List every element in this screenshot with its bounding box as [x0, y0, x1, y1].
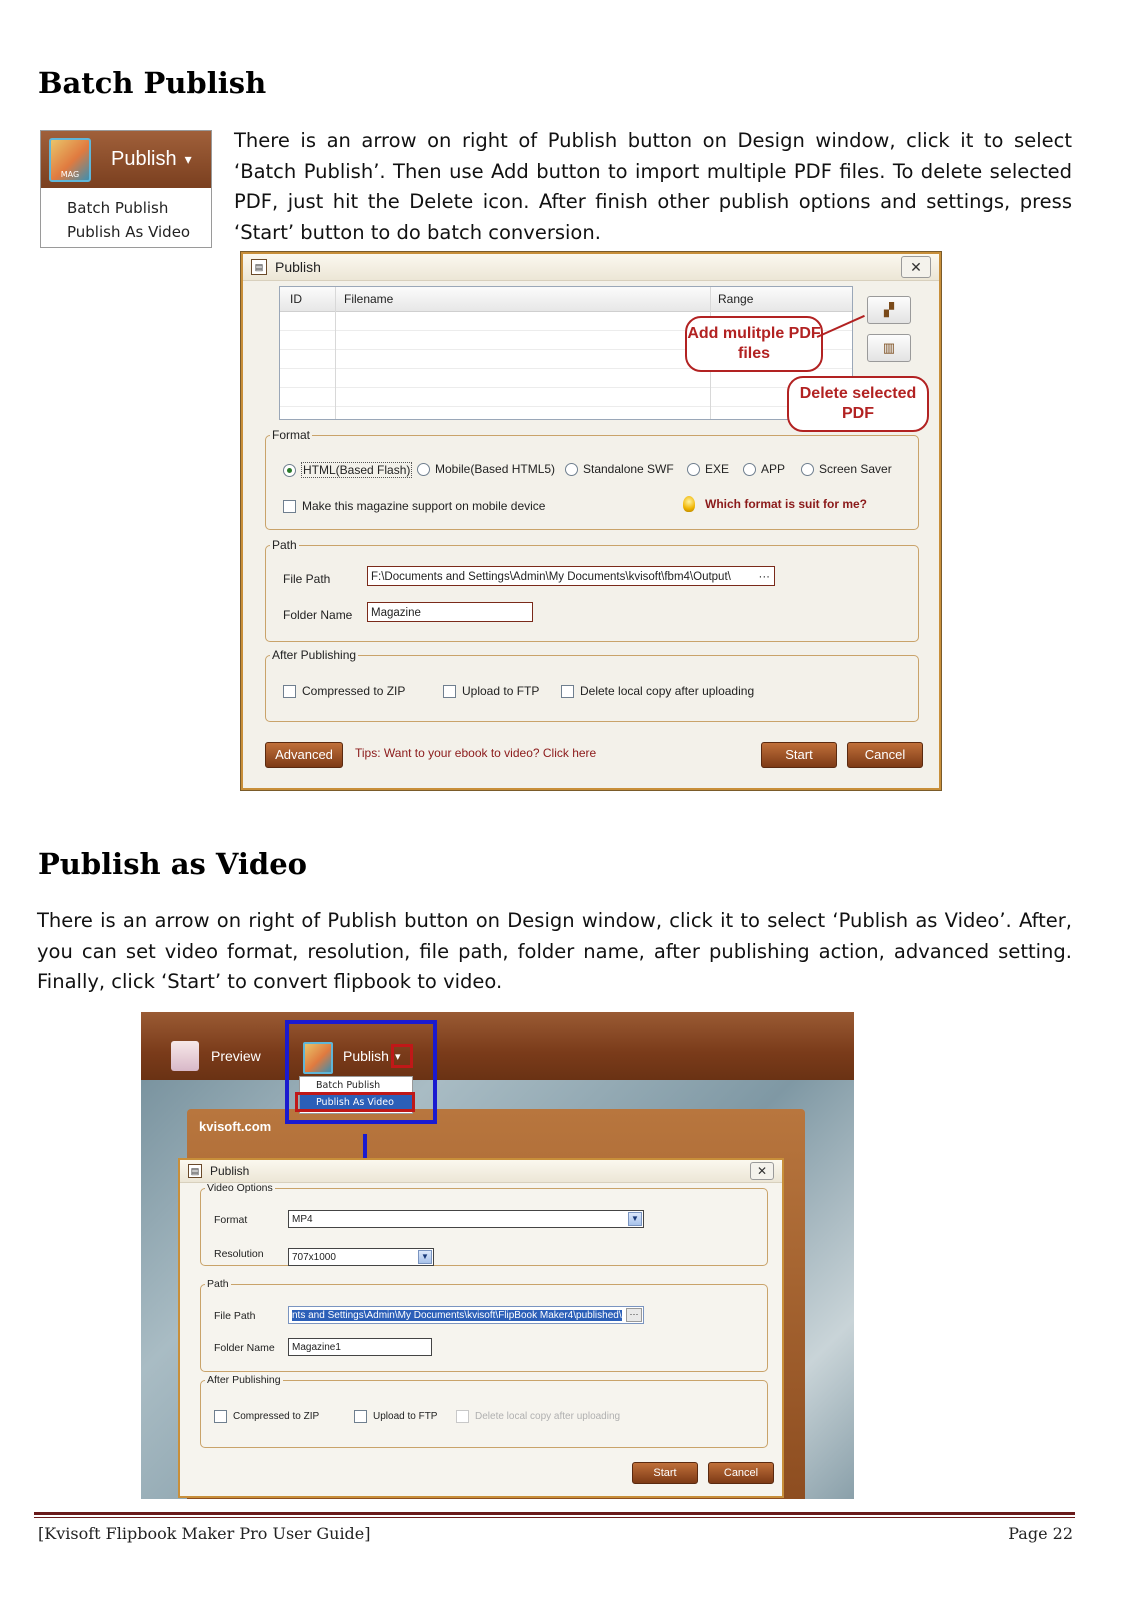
format-html-flash[interactable]: HTML(Based Flash) — [283, 462, 413, 478]
delete-local-copy-checkbox[interactable]: Delete local copy after uploading — [561, 684, 754, 698]
publish-dialog: ▤ Publish ✕ ID Filename Range ▞ ▥ Add mu… — [241, 252, 941, 790]
design-toolbar: Preview Publish ▾ — [141, 1012, 854, 1080]
folder-name-input[interactable]: Magazine1 — [288, 1338, 432, 1356]
resolution-select[interactable]: 707x1000 ▼ — [288, 1248, 434, 1266]
arrow-highlight — [391, 1044, 413, 1068]
footer-guide-title: [Kvisoft Flipbook Maker Pro User Guide] — [38, 1524, 371, 1543]
path-group: Path — [200, 1278, 768, 1372]
section-heading-batch-publish: Batch Publish — [38, 66, 267, 100]
publish-video-screenshot: Preview Publish ▾ kvisoft.com Batch Publ… — [141, 1012, 854, 1499]
compressed-zip-checkbox[interactable]: Compressed to ZIP — [283, 684, 405, 698]
format-screen-saver[interactable]: Screen Saver — [801, 462, 892, 476]
callout-add-files: Add mulitple PDF files — [685, 316, 823, 372]
column-id: ID — [290, 292, 302, 306]
add-files-icon: ▞ — [884, 302, 894, 317]
start-button[interactable]: Start — [761, 742, 837, 768]
format-standalone-swf[interactable]: Standalone SWF — [565, 462, 674, 476]
publish-label: Publish — [111, 148, 177, 170]
browse-button[interactable]: ··· — [626, 1308, 642, 1322]
format-exe[interactable]: EXE — [687, 462, 729, 476]
format-group: Format — [265, 428, 919, 530]
publish-toolbar-button[interactable]: MAG Publish ▾ — [41, 131, 211, 188]
publish-menu-figure: MAG Publish ▾ Batch Publish Publish As V… — [40, 130, 212, 248]
path-legend: Path — [207, 1278, 229, 1290]
video-options-legend: Video Options — [207, 1182, 273, 1194]
menu-item-batch-publish[interactable]: Batch Publish — [41, 196, 211, 220]
format-legend: Format — [272, 428, 311, 442]
browse-button[interactable]: ··· — [759, 567, 771, 585]
brand-label: kvisoft.com — [199, 1119, 272, 1134]
format-label: Format — [214, 1214, 248, 1226]
column-range: Range — [718, 292, 754, 306]
format-select[interactable]: MP4 ▼ — [288, 1210, 644, 1228]
which-format-link[interactable]: Which format is suit for me? — [683, 496, 867, 512]
footer-rule — [34, 1512, 1075, 1515]
file-path-label: File Path — [283, 572, 331, 586]
cancel-button[interactable]: Cancel — [708, 1462, 774, 1484]
close-button[interactable]: ✕ — [750, 1162, 774, 1180]
path-group: Path — [265, 538, 919, 642]
folder-name-label: Folder Name — [283, 608, 353, 622]
chevron-down-icon[interactable]: ▼ — [418, 1250, 432, 1264]
section1-paragraph: There is an arrow on right of Publish bu… — [234, 129, 1072, 244]
file-path-input[interactable]: F:\Documents and Settings\Admin\My Docum… — [367, 566, 775, 586]
section2-paragraph: There is an arrow on right of Publish bu… — [37, 909, 1072, 993]
mobile-support-checkbox[interactable]: Make this magazine support on mobile dev… — [283, 499, 545, 513]
dialog-title: Publish — [275, 259, 321, 275]
dialog-titlebar: ▤ Publish — [180, 1160, 782, 1183]
grid-header: ID Filename Range — [280, 287, 852, 312]
callout-delete-pdf: Delete selected PDF — [787, 376, 929, 432]
footer-page-number: Page 22 — [1008, 1524, 1073, 1543]
cancel-button[interactable]: Cancel — [847, 742, 923, 768]
close-button[interactable]: ✕ — [901, 256, 931, 278]
app-icon: ▤ — [188, 1164, 202, 1178]
add-files-button[interactable]: ▞ — [867, 296, 911, 324]
menu-item-highlight — [295, 1092, 415, 1112]
dialog-titlebar: ▤ Publish — [243, 254, 939, 281]
section-heading-publish-as-video: Publish as Video — [38, 847, 308, 881]
preview-button[interactable]: Preview — [211, 1048, 261, 1064]
delete-file-button[interactable]: ▥ — [867, 334, 911, 362]
file-path-input[interactable]: nts and Settings\Admin\My Documents\kvis… — [288, 1306, 644, 1324]
menu-item-publish-as-video[interactable]: Publish As Video — [41, 220, 211, 244]
publish-video-dialog: ▤ Publish ✕ Video Options Format MP4 ▼ Re… — [178, 1158, 784, 1498]
dialog-title: Publish — [210, 1164, 250, 1178]
upload-ftp-checkbox[interactable]: Upload to FTP — [354, 1410, 437, 1423]
upload-ftp-checkbox[interactable]: Upload to FTP — [443, 684, 539, 698]
path-legend: Path — [272, 538, 297, 552]
compressed-zip-checkbox[interactable]: Compressed to ZIP — [214, 1410, 319, 1423]
trash-icon: ▥ — [882, 340, 896, 355]
delete-local-copy-checkbox: Delete local copy after uploading — [456, 1410, 620, 1423]
advanced-button[interactable]: Advanced — [265, 742, 343, 768]
app-icon: ▤ — [251, 259, 267, 275]
dropdown-arrow-icon[interactable]: ▾ — [185, 151, 192, 168]
format-app[interactable]: APP — [743, 462, 785, 476]
folder-name-label: Folder Name — [214, 1342, 275, 1354]
footer-rule-thin — [34, 1517, 1075, 1518]
tips-link[interactable]: Tips: Want to your ebook to video? Click… — [355, 746, 596, 760]
chevron-down-icon[interactable]: ▼ — [628, 1212, 642, 1226]
resolution-label: Resolution — [214, 1248, 264, 1260]
file-path-label: File Path — [214, 1310, 256, 1322]
column-filename: Filename — [344, 292, 394, 306]
lightbulb-icon — [683, 496, 695, 512]
after-publishing-legend: After Publishing — [207, 1374, 281, 1386]
after-publishing-legend: After Publishing — [272, 648, 357, 662]
folder-name-input[interactable]: Magazine — [367, 602, 533, 622]
start-button[interactable]: Start — [632, 1462, 698, 1484]
magazine-icon: MAG — [49, 137, 91, 182]
format-mobile-html5[interactable]: Mobile(Based HTML5) — [417, 462, 555, 476]
preview-icon — [171, 1041, 199, 1071]
